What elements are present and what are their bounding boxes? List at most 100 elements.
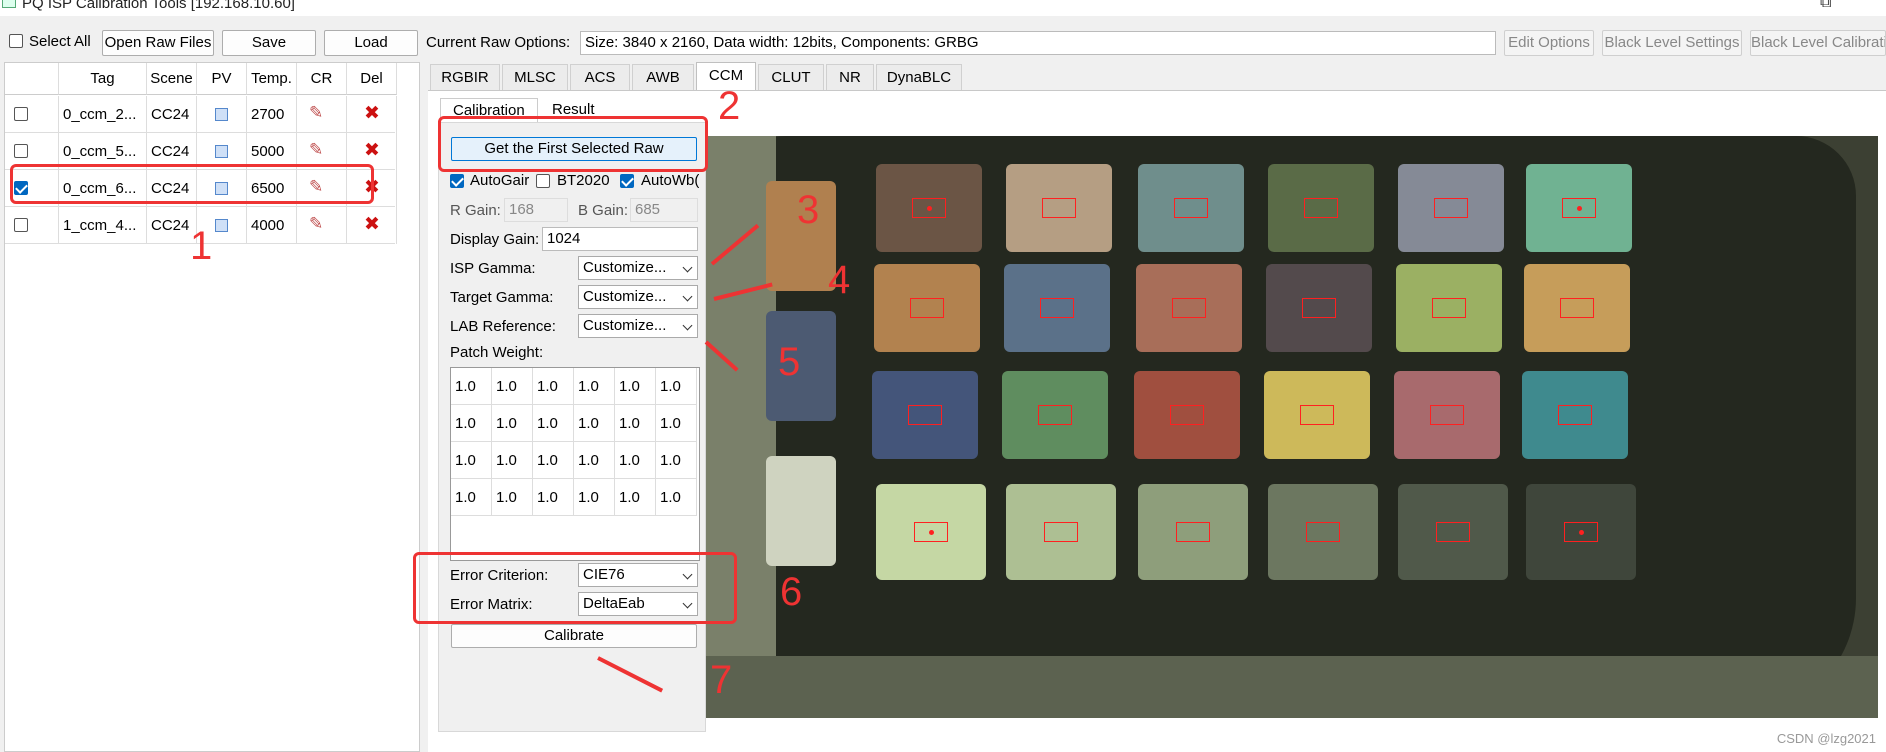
patch-sample-box[interactable] (1038, 405, 1072, 425)
preview-icon[interactable] (215, 219, 228, 232)
weight-cell[interactable]: 1.0 (656, 479, 697, 516)
crop-edit-icon[interactable]: ✎ (309, 104, 323, 121)
weight-cell[interactable]: 1.0 (492, 368, 533, 405)
crop-edit-icon[interactable]: ✎ (309, 141, 323, 158)
patch-sample-box[interactable] (1302, 298, 1336, 318)
open-raw-files-button[interactable]: Open Raw Files (102, 30, 214, 56)
patch-sample-box[interactable] (1558, 405, 1592, 425)
autogain-checkbox[interactable] (450, 174, 464, 188)
weight-cell[interactable]: 1.0 (656, 405, 697, 442)
patch-sample-box[interactable] (1172, 298, 1206, 318)
bt2020-checkbox[interactable] (536, 174, 550, 188)
col-del[interactable]: Del (347, 63, 397, 95)
lab-reference-label: LAB Reference: (450, 318, 556, 335)
patch-sample-box[interactable] (1044, 522, 1078, 542)
row-temp: 4000 (247, 207, 297, 244)
col-cr[interactable]: CR (297, 63, 347, 95)
b-gain-field[interactable]: 685 (630, 198, 698, 222)
patch-sample-box[interactable] (1300, 405, 1334, 425)
weight-cell[interactable]: 1.0 (492, 442, 533, 479)
patch-sample-box[interactable] (1304, 198, 1338, 218)
patch-sample-box[interactable] (1176, 522, 1210, 542)
select-all-checkbox[interactable] (9, 34, 23, 48)
weight-cell[interactable]: 1.0 (492, 479, 533, 516)
b-gain-label: B Gain: (578, 202, 629, 219)
weight-cell[interactable]: 1.0 (615, 479, 656, 516)
col-scene[interactable]: Scene (147, 63, 197, 95)
weight-cell[interactable]: 1.0 (533, 405, 574, 442)
patch-sample-box[interactable] (1306, 522, 1340, 542)
image-floor (706, 656, 1878, 718)
preview-icon[interactable] (215, 145, 228, 158)
patch-sample-box[interactable] (1040, 298, 1074, 318)
weight-cell[interactable]: 1.0 (492, 405, 533, 442)
weight-cell[interactable]: 1.0 (533, 442, 574, 479)
col-temp[interactable]: Temp. (247, 63, 297, 95)
weight-cell[interactable]: 1.0 (615, 442, 656, 479)
patch-sample-box[interactable] (1436, 522, 1470, 542)
tab-dynablc[interactable]: DynaBLC (876, 64, 962, 90)
edit-options-button[interactable]: Edit Options (1504, 30, 1594, 56)
patch-center-dot (928, 529, 934, 535)
patch-sample-box[interactable] (1042, 198, 1076, 218)
col-tag[interactable]: Tag (59, 63, 147, 95)
delete-icon[interactable]: ✖ (364, 141, 380, 160)
weight-cell[interactable]: 1.0 (451, 479, 492, 516)
delete-icon[interactable]: ✖ (364, 215, 380, 234)
weight-cell[interactable]: 1.0 (656, 442, 697, 479)
patch-sample-box[interactable] (1560, 298, 1594, 318)
isp-gamma-select[interactable]: Customize... (578, 256, 698, 280)
annotation-4: 4 (828, 258, 851, 302)
weight-cell[interactable]: 1.0 (574, 442, 615, 479)
tab-nr[interactable]: NR (826, 64, 874, 90)
tab-acs[interactable]: ACS (570, 64, 630, 90)
weight-cell[interactable]: 1.0 (451, 368, 492, 405)
black-level-calibration-button[interactable]: Black Level Calibration (1750, 30, 1886, 56)
r-gain-label: R Gain: (450, 202, 501, 219)
side-patch (766, 311, 836, 421)
patch-sample-box[interactable] (1430, 405, 1464, 425)
patch-sample-box[interactable] (1434, 198, 1468, 218)
autowb-checkbox[interactable] (620, 174, 634, 188)
tab-mlsc[interactable]: MLSC (502, 64, 568, 90)
save-button[interactable]: Save (222, 30, 316, 56)
preview-icon[interactable] (215, 108, 228, 121)
tab-rgbir[interactable]: RGBIR (430, 64, 500, 90)
weight-cell[interactable]: 1.0 (451, 405, 492, 442)
delete-icon[interactable]: ✖ (364, 104, 380, 123)
weight-cell[interactable]: 1.0 (656, 368, 697, 405)
table-row[interactable]: 0_ccm_2... CC24 2700 ✎ ✖ (5, 96, 397, 133)
weight-cell[interactable]: 1.0 (615, 405, 656, 442)
display-gain-field[interactable]: 1024 (542, 227, 698, 251)
patch-sample-box[interactable] (1174, 198, 1208, 218)
calibrate-button[interactable]: Calibrate (451, 624, 697, 648)
patch-sample-box[interactable] (1170, 405, 1204, 425)
weight-cell[interactable]: 1.0 (574, 479, 615, 516)
load-button[interactable]: Load (324, 30, 418, 56)
weight-cell[interactable]: 1.0 (615, 368, 656, 405)
patch-sample-box[interactable] (908, 405, 942, 425)
crop-edit-icon[interactable]: ✎ (309, 215, 323, 232)
side-patch (766, 456, 836, 566)
col-pv[interactable]: PV (197, 63, 247, 95)
chevron-down-icon (682, 291, 693, 302)
black-level-settings-button[interactable]: Black Level Settings (1602, 30, 1742, 56)
weight-cell[interactable]: 1.0 (451, 442, 492, 479)
weight-cell[interactable]: 1.0 (533, 479, 574, 516)
weight-cell[interactable]: 1.0 (574, 368, 615, 405)
tab-awb[interactable]: AWB (632, 64, 694, 90)
row-temp: 2700 (247, 96, 297, 133)
target-gamma-select[interactable]: Customize... (578, 285, 698, 309)
highlight-selected-row (10, 164, 374, 204)
raw-image-view[interactable] (706, 136, 1878, 718)
weight-cell[interactable]: 1.0 (574, 405, 615, 442)
weight-cell[interactable]: 1.0 (533, 368, 574, 405)
target-gamma-value: Customize... (583, 288, 667, 305)
r-gain-field[interactable]: 168 (504, 198, 568, 222)
restore-icon[interactable]: ⧉ (1820, 0, 1831, 12)
tab-clut[interactable]: CLUT (758, 64, 824, 90)
patch-sample-box[interactable] (1432, 298, 1466, 318)
patch-sample-box[interactable] (910, 298, 944, 318)
row-cr: ✎ (297, 207, 347, 244)
lab-reference-select[interactable]: Customize... (578, 314, 698, 338)
